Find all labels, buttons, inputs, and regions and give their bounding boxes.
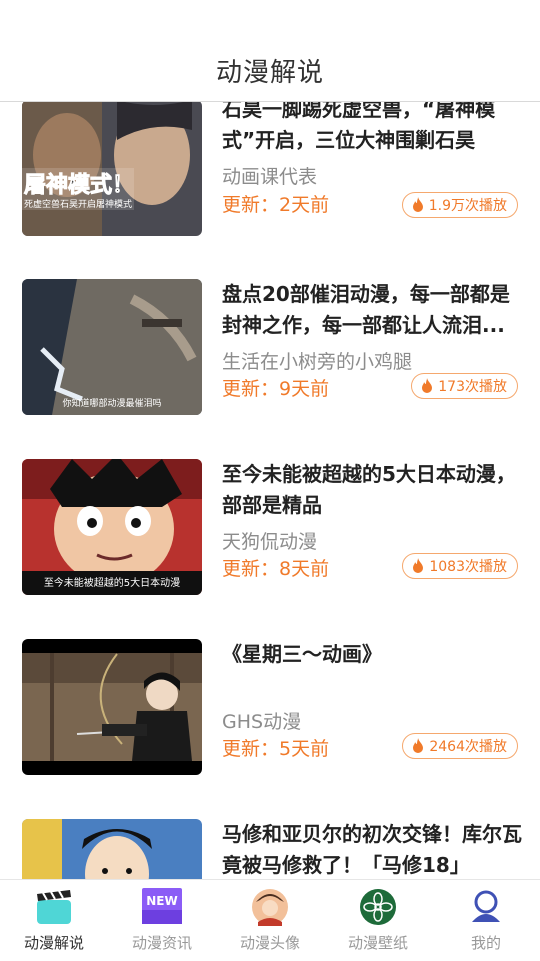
play-count-badge: 1.9万次播放: [401, 192, 518, 218]
update-time: 更新：8天前: [222, 558, 330, 580]
new-badge-icon: NEW: [142, 888, 182, 924]
video-thumbnail[interactable]: [22, 639, 202, 775]
thumbnail-subcaption: 死虚空兽石昊开启屠神模式: [24, 198, 132, 210]
avatar-face-icon: [252, 889, 288, 926]
video-author: 生活在小树旁的小鸡腿: [222, 351, 413, 373]
bottom-tab-bar: 动漫解说 NEW 动漫资讯 动漫头像 动漫壁纸 我的: [0, 879, 540, 961]
thumbnail-caption: 屠神模式！: [24, 172, 134, 198]
tab-label: 动漫头像: [239, 934, 300, 952]
tab-label: 动漫资讯: [131, 934, 192, 952]
list-item[interactable]: 你知道哪部动漫最催泪吗 盘点20部催泪动漫，每一部都是封神之作，每一部都让人流泪…: [0, 279, 540, 419]
list-item[interactable]: 至今未能被超越的5大日本动漫 至今未能被超越的5大日本动漫，部部是精品 天狗侃动…: [0, 459, 540, 599]
fire-icon: [422, 378, 433, 393]
video-title[interactable]: 盘点20部催泪动漫，每一部都是封神之作，每一部都让人流泪...: [222, 279, 522, 341]
play-count: 1083次播放: [429, 559, 507, 575]
list-item[interactable]: 屠神模式！ 死虚空兽石昊开启屠神模式 石昊一脚踢死虚空兽，“屠神模式”开启，三位…: [0, 102, 540, 240]
play-count: 1.9万次播放: [428, 198, 507, 214]
video-title[interactable]: 《星期三～动画》: [222, 639, 522, 670]
video-title[interactable]: 至今未能被超越的5大日本动漫，部部是精品: [222, 459, 522, 521]
flower-icon: [360, 889, 396, 925]
page-title: 动漫解说: [215, 58, 324, 88]
video-thumbnail[interactable]: 你知道哪部动漫最催泪吗: [22, 279, 202, 415]
thumbnail-caption: 至今未能被超越的5大日本动漫: [44, 576, 180, 589]
play-count: 173次播放: [438, 379, 507, 395]
video-thumbnail[interactable]: 屠神模式！ 死虚空兽石昊开启屠神模式: [22, 102, 202, 236]
tab-anime-news[interactable]: NEW 动漫资讯: [108, 880, 216, 961]
video-thumbnail[interactable]: [22, 819, 202, 879]
fire-icon: [412, 197, 423, 212]
list-item[interactable]: 马修和亚贝尔的初次交锋！库尔瓦竟被马修救了！「马修18」: [0, 819, 540, 879]
tab-anime-wallpaper[interactable]: 动漫壁纸: [324, 880, 432, 961]
video-author: GHS动漫: [222, 711, 302, 733]
video-author: 动画课代表: [222, 166, 318, 188]
video-title[interactable]: 马修和亚贝尔的初次交锋！库尔瓦竟被马修救了！「马修18」: [222, 819, 522, 879]
play-count-badge: 173次播放: [411, 373, 518, 399]
video-thumbnail[interactable]: 至今未能被超越的5大日本动漫: [22, 459, 202, 595]
video-list[interactable]: 屠神模式！ 死虚空兽石昊开启屠神模式 石昊一脚踢死虚空兽，“屠神模式”开启，三位…: [0, 102, 540, 879]
tab-label: 动漫壁纸: [347, 934, 408, 952]
fire-icon: [413, 558, 424, 573]
video-title[interactable]: 石昊一脚踢死虚空兽，“屠神模式”开启，三位大神围剿石昊: [222, 102, 522, 156]
tab-label: 我的: [470, 934, 501, 952]
clapperboard-icon: [37, 890, 71, 924]
play-count-badge: 2464次播放: [402, 733, 518, 759]
user-icon: [472, 890, 500, 922]
video-author: 天狗侃动漫: [222, 531, 318, 553]
play-count: 2464次播放: [429, 739, 507, 755]
update-time: 更新：9天前: [222, 378, 330, 400]
fire-icon: [413, 738, 424, 753]
update-time: 更新：5天前: [222, 738, 330, 760]
tab-anime-avatar[interactable]: 动漫头像: [216, 880, 324, 961]
app-header: 动漫解说: [0, 0, 540, 102]
play-count-badge: 1083次播放: [402, 553, 518, 579]
update-time: 更新：2天前: [222, 194, 330, 216]
new-badge-text: NEW: [146, 894, 177, 908]
list-item[interactable]: 《星期三～动画》 GHS动漫 更新：5天前 2464次播放: [0, 639, 540, 779]
thumbnail-caption: 你知道哪部动漫最催泪吗: [62, 397, 161, 409]
tab-label: 动漫解说: [23, 934, 84, 952]
tab-anime-commentary[interactable]: 动漫解说: [0, 880, 108, 961]
tab-mine[interactable]: 我的: [432, 880, 540, 961]
